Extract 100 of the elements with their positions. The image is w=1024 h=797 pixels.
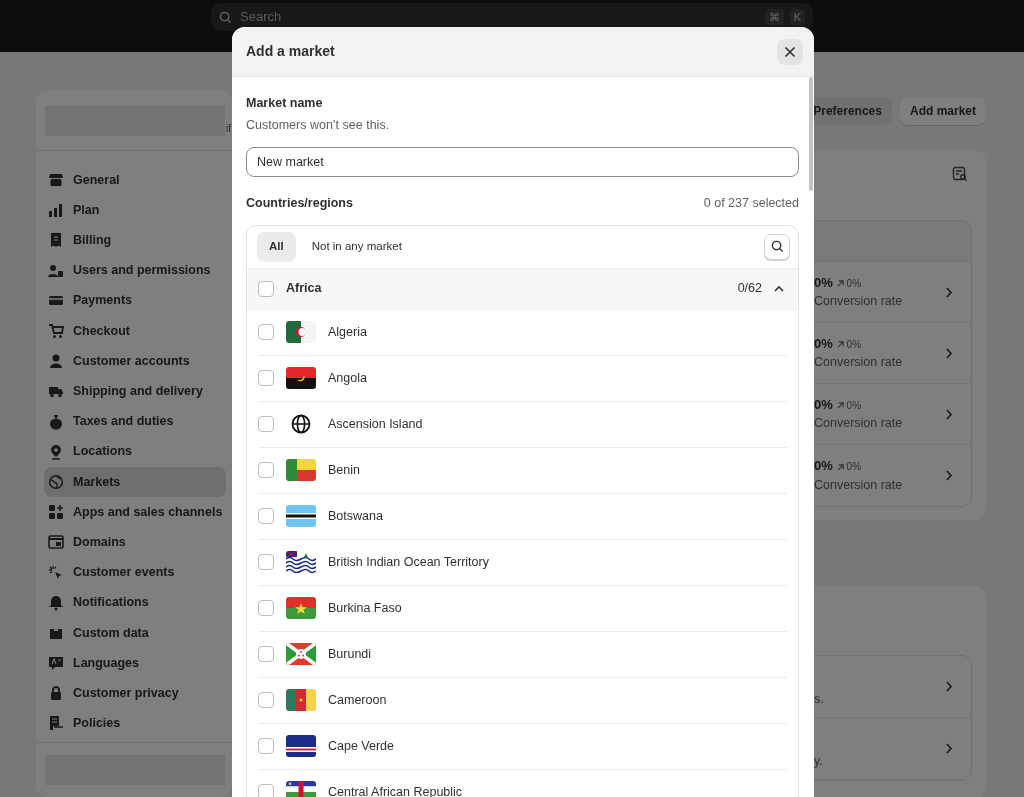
- person-icon: [48, 353, 64, 370]
- flag-icon: [286, 643, 316, 665]
- store-icon: [48, 172, 64, 189]
- filter-tab[interactable]: Not in any market: [299, 232, 414, 262]
- search-button[interactable]: [764, 233, 790, 260]
- flag-icon: [286, 505, 316, 527]
- country-row[interactable]: Cameroon: [258, 677, 787, 724]
- checkbox[interactable]: [258, 784, 274, 797]
- sidebar-item[interactable]: Taxes and duties: [44, 406, 226, 437]
- chevron-right-icon[interactable]: [945, 347, 953, 359]
- checkbox[interactable]: [258, 280, 274, 297]
- sidebar-item[interactable]: Payments: [44, 285, 226, 316]
- sidebar-item[interactable]: Locations: [44, 436, 226, 467]
- country-row[interactable]: Ascension Island: [258, 401, 787, 448]
- country-name: Burundi: [328, 645, 372, 663]
- expand-button[interactable]: [774, 285, 784, 292]
- sidebar-item[interactable]: Customer events: [44, 557, 226, 588]
- sidebar-item[interactable]: Languages: [44, 648, 226, 679]
- sidebar-item[interactable]: Custom data: [44, 617, 226, 648]
- flag-icon: [286, 689, 316, 711]
- keyboard-key: ⌘: [764, 8, 784, 26]
- sidebar-item[interactable]: Shipping and delivery: [44, 376, 226, 407]
- metric-label: Conversion rate: [814, 476, 904, 494]
- chat-icon: [48, 655, 64, 672]
- sidebar-item[interactable]: Billing: [44, 225, 226, 256]
- country-row[interactable]: Angola: [258, 355, 787, 402]
- keyboard-key: K: [789, 8, 805, 26]
- checkbox[interactable]: [258, 462, 274, 478]
- checkbox[interactable]: [258, 508, 274, 524]
- pointer-icon: [48, 564, 64, 581]
- sidebar-item[interactable]: Policies: [44, 708, 226, 739]
- country-name: Benin: [328, 461, 360, 479]
- rate-change: 0%: [836, 277, 862, 289]
- country-row[interactable]: Benin: [258, 447, 787, 494]
- country-row[interactable]: British Indian Ocean Territory: [258, 539, 787, 586]
- country-name: Angola: [328, 369, 367, 387]
- chart-icon: [48, 202, 64, 219]
- checkbox[interactable]: [258, 554, 274, 570]
- row-text: s.: [814, 691, 825, 709]
- metric-label: Conversion rate: [814, 354, 904, 372]
- country-row[interactable]: Cape Verde: [258, 723, 787, 770]
- checkbox[interactable]: [258, 600, 274, 616]
- rate-value: 0%: [814, 335, 833, 351]
- close-button[interactable]: [777, 38, 803, 65]
- chevron-right-icon[interactable]: [945, 470, 953, 481]
- close-icon: [784, 45, 796, 58]
- add-market-button[interactable]: Add market: [899, 97, 986, 125]
- chevron-right-icon[interactable]: [945, 743, 953, 754]
- checkbox[interactable]: [258, 416, 274, 432]
- checkbox[interactable]: [258, 692, 274, 708]
- flag-icon: [286, 551, 316, 573]
- rate-value: 0%: [814, 274, 833, 290]
- country-name: Ascension Island: [328, 415, 423, 433]
- filter-tab[interactable]: All: [257, 232, 296, 262]
- sidebar-item[interactable]: Checkout: [44, 315, 226, 347]
- scrollbar[interactable]: [809, 77, 813, 191]
- sidebar-item[interactable]: General: [44, 165, 226, 196]
- country-row[interactable]: Burkina Faso: [258, 585, 787, 632]
- cart-icon: [48, 323, 64, 340]
- bag-icon: [48, 413, 64, 430]
- country-row[interactable]: Burundi: [258, 631, 787, 678]
- rate-value: 0%: [814, 396, 833, 412]
- rate-value: 0%: [814, 458, 833, 473]
- country-row[interactable]: Botswana: [258, 493, 787, 540]
- globe-icon: [48, 473, 64, 490]
- chevron-right-icon[interactable]: [945, 681, 953, 692]
- document-icon: [48, 715, 64, 732]
- chevron-right-icon[interactable]: [945, 408, 953, 420]
- checkbox[interactable]: [258, 738, 274, 754]
- section-label: Countries/regions: [246, 194, 353, 212]
- trend-arrow-icon: [836, 463, 844, 471]
- metric-label: Conversion rate: [814, 293, 904, 311]
- chevron-right-icon[interactable]: [945, 286, 953, 298]
- search-input[interactable]: Search: [238, 6, 759, 28]
- region-name: Africa: [286, 280, 323, 298]
- checkbox[interactable]: [258, 646, 274, 662]
- receipt-icon: [48, 232, 64, 249]
- checkbox[interactable]: [258, 324, 274, 340]
- sidebar-item[interactable]: Apps and sales channels: [44, 497, 226, 528]
- sidebar-item[interactable]: Markets: [44, 466, 226, 498]
- rate-change: 0%: [836, 338, 862, 350]
- sidebar-item[interactable]: Customer privacy: [44, 678, 226, 709]
- selected-count: 0 of 237 selected: [703, 194, 799, 212]
- flag-icon: [286, 597, 316, 619]
- sidebar-item[interactable]: Notifications: [44, 587, 226, 618]
- sidebar-item[interactable]: Customer accounts: [44, 346, 226, 377]
- sidebar-item[interactable]: Plan: [44, 195, 226, 226]
- flag-icon: [286, 735, 316, 757]
- flag-icon: [286, 459, 316, 481]
- checkbox[interactable]: [258, 370, 274, 386]
- sidebar-item[interactable]: Users and permissions: [44, 255, 226, 286]
- sidebar-item[interactable]: Domains: [44, 527, 226, 558]
- country-row[interactable]: Algeria: [258, 309, 787, 356]
- search-icon: [770, 240, 784, 254]
- region-count: 0/62: [737, 280, 762, 298]
- country-name: Burkina Faso: [328, 599, 402, 617]
- search-icon: [219, 10, 232, 24]
- search-list-icon[interactable]: [952, 166, 968, 182]
- market-name-field[interactable]: New market: [246, 146, 799, 177]
- country-name: British Indian Ocean Territory: [328, 553, 489, 571]
